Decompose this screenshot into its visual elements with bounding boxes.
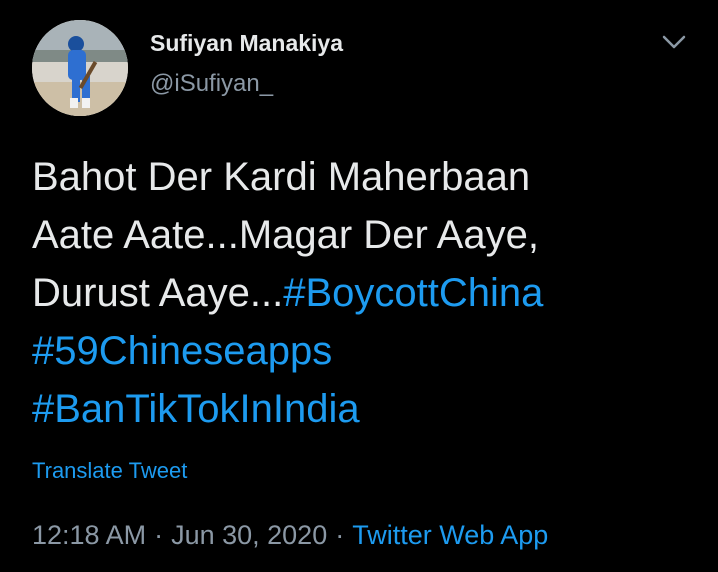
tweet-date[interactable]: Jun 30, 2020 [171, 520, 327, 550]
tweet-text-line-5: #BanTikTokInIndia [32, 380, 692, 438]
tweet-text-line-3-prefix: Durust Aaye... [32, 271, 284, 315]
meta-separator: · [335, 520, 345, 550]
author-display-name[interactable]: Sufiyan Manakiya [150, 30, 343, 57]
tweet-time[interactable]: 12:18 AM [32, 520, 146, 550]
tweet-text-line-2: Aate Aate...Magar Der Aaye, [32, 213, 539, 257]
chevron-down-icon[interactable] [658, 30, 690, 56]
author-handle[interactable]: @iSufiyan_ [150, 70, 273, 98]
avatar[interactable] [32, 20, 128, 116]
meta-separator: · [154, 520, 164, 550]
tweet-text-line-4: #59Chineseapps [32, 322, 692, 380]
hashtag-link-59chineseapps[interactable]: #59Chineseapps [32, 329, 332, 373]
tweet-card: Sufiyan Manakiya @iSufiyan_ Bahot Der Ka… [0, 0, 718, 572]
tweet-source-link[interactable]: Twitter Web App [352, 520, 548, 550]
hashtag-link-bantiktokinindia[interactable]: #BanTikTokInIndia [32, 387, 360, 431]
translate-tweet-link[interactable]: Translate Tweet [32, 458, 187, 484]
tweet-meta: 12:18 AM · Jun 30, 2020 · Twitter Web App [32, 520, 548, 551]
profile-photo-icon [32, 20, 128, 116]
hashtag-link-boycottchina[interactable]: #BoycottChina [283, 271, 543, 315]
tweet-text: Bahot Der Kardi Maherbaan Aate Aate...Ma… [32, 148, 692, 438]
tweet-text-line-1: Bahot Der Kardi Maherbaan [32, 155, 531, 199]
tweet-text-line-3: Durust Aaye...#BoycottChina [32, 264, 692, 322]
